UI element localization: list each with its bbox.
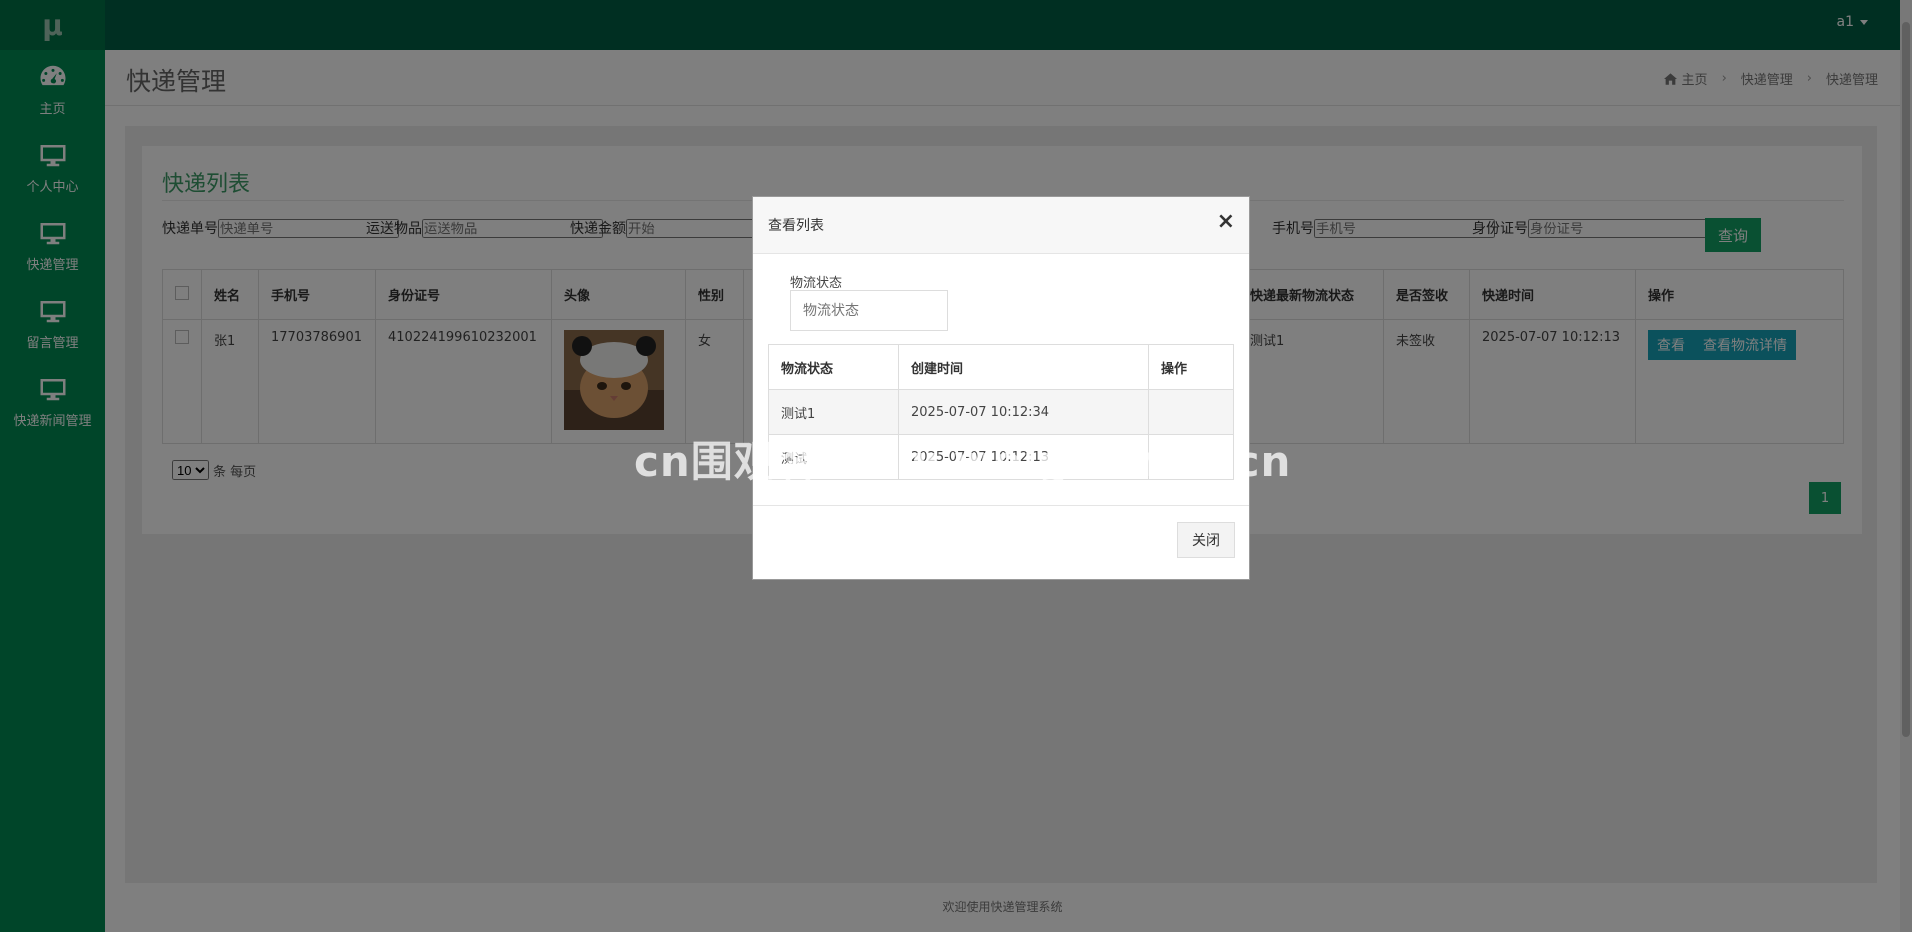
modal-header: 查看列表 × <box>753 197 1249 254</box>
table-header-row: 物流状态 创建时间 操作 <box>768 344 1234 390</box>
status-input[interactable] <box>790 290 948 331</box>
watermark: cn围观客www.weiguanke.cn <box>634 437 1292 486</box>
modal-footer: 关闭 <box>753 505 1249 579</box>
close-button[interactable]: 关闭 <box>1177 522 1235 558</box>
col-header: 创建时间 <box>898 344 1149 390</box>
col-header: 操作 <box>1148 344 1234 390</box>
modal-title: 查看列表 <box>768 218 824 234</box>
col-header: 物流状态 <box>768 344 899 390</box>
view-list-modal: 查看列表 × 物流状态 物流状态 创建时间 操作 测试1 2025-07-07 … <box>752 196 1250 580</box>
status-field-label: 物流状态 <box>790 276 843 291</box>
close-icon[interactable]: × <box>1217 211 1235 233</box>
